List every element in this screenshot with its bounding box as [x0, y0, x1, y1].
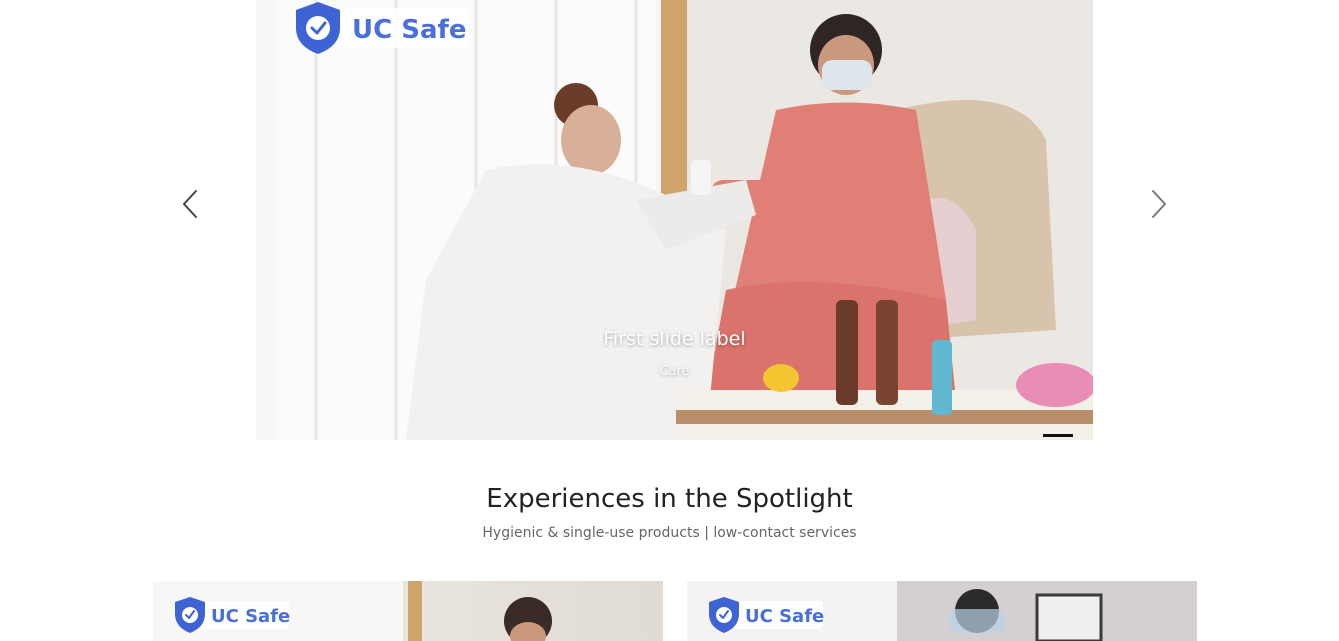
section-title: Experiences in the Spotlight	[486, 484, 853, 514]
hero-carousel: UC Safe First slide label Care	[0, 0, 1339, 440]
svg-text:UC Safe: UC Safe	[211, 606, 290, 627]
uc-safe-badge: UC Safe	[173, 595, 293, 639]
carousel-next-button[interactable]	[1139, 184, 1179, 224]
spotlight-section: Experiences in the Spotlight Hygienic & …	[0, 484, 1339, 541]
slide-caption-text: Care	[659, 364, 690, 379]
carousel-slide[interactable]: UC Safe First slide label Care	[256, 0, 1093, 440]
svg-text:UC Safe: UC Safe	[352, 15, 466, 45]
spotlight-card[interactable]: UC Safe	[153, 581, 663, 641]
chevron-right-icon	[1152, 190, 1166, 218]
uc-safe-badge: UC Safe	[292, 0, 472, 60]
page: UC Safe First slide label Care Experienc…	[0, 0, 1339, 641]
slide-caption-title: First slide label	[603, 328, 746, 350]
spotlight-card[interactable]: UC Safe	[687, 581, 1197, 641]
uc-safe-badge: UC Safe	[707, 595, 827, 639]
carousel-indicator[interactable]	[1043, 434, 1073, 437]
chevron-left-icon	[183, 190, 197, 218]
carousel-prev-button[interactable]	[170, 184, 210, 224]
section-subtitle: Hygienic & single-use products | low-con…	[482, 525, 857, 542]
svg-text:UC Safe: UC Safe	[745, 606, 824, 627]
